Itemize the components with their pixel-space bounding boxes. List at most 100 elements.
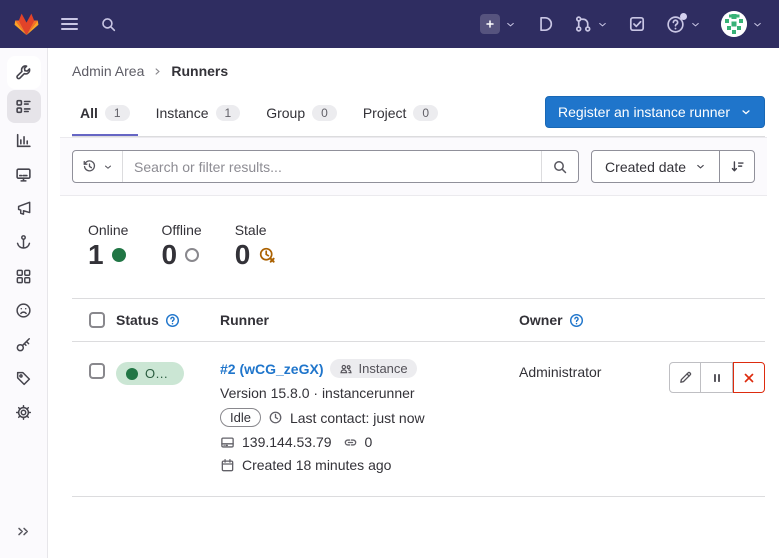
column-header-owner: Owner [519, 312, 563, 328]
chevron-down-icon [103, 162, 113, 172]
tab-all[interactable]: All 1 [72, 93, 138, 136]
sidebar-item-analytics[interactable] [7, 124, 41, 157]
clock-icon [268, 410, 283, 425]
runner-stats: Online 1 Offline 0 Stale 0 [72, 196, 765, 271]
merge-requests-button[interactable] [574, 15, 608, 33]
gear-icon [15, 404, 32, 421]
notification-dot [680, 13, 687, 20]
sort-by-dropdown[interactable]: Created date [592, 151, 719, 182]
row-checkbox[interactable] [89, 363, 105, 379]
sidebar-item-messages[interactable] [7, 192, 41, 225]
register-instance-runner-button[interactable]: Register an instance runner [545, 96, 765, 128]
pause-icon [710, 371, 724, 385]
avatar [721, 11, 747, 37]
sidebar-item-labels[interactable] [7, 362, 41, 395]
megaphone-icon [15, 200, 32, 217]
runner-last-contact: Last contact: just now [290, 410, 425, 426]
navbar-search-button[interactable] [100, 16, 117, 33]
gitlab-logo[interactable] [14, 12, 39, 36]
chevron-down-icon [752, 19, 763, 30]
search-history-dropdown[interactable] [73, 151, 123, 182]
runner-owner-link[interactable]: Administrator [519, 364, 601, 380]
stat-offline: Offline 0 [161, 222, 201, 271]
owner-help-icon[interactable] [569, 313, 584, 328]
sort-direction-button[interactable] [719, 151, 754, 182]
runner-idle-badge: Idle [220, 408, 261, 427]
double-chevron-right-icon [16, 524, 31, 539]
tab-project[interactable]: Project 0 [355, 93, 446, 136]
breadcrumb-runners: Runners [171, 63, 228, 79]
monitor-icon [15, 166, 32, 183]
tab-project-label: Project [363, 105, 407, 121]
search-input[interactable] [123, 151, 541, 182]
delete-runner-button[interactable] [733, 362, 765, 393]
stat-online-label: Online [88, 222, 128, 238]
search-submit-button[interactable] [541, 151, 578, 182]
admin-sidebar [0, 48, 48, 558]
online-dot-icon [126, 368, 138, 380]
wrench-icon [15, 64, 32, 81]
runner-link[interactable]: #2 (wCG_zeGX) [220, 361, 323, 377]
tab-group[interactable]: Group 0 [258, 93, 345, 136]
runner-version-line: Version 15.8.0 · instancerunner [220, 385, 415, 401]
anchor-icon [15, 234, 32, 251]
runner-type-badge: Instance [330, 359, 416, 378]
edit-runner-button[interactable] [669, 362, 701, 393]
stat-online: Online 1 [88, 222, 128, 271]
sidebar-item-applications[interactable] [7, 260, 41, 293]
runner-summary-cell: #2 (wCG_zeGX) Instance Version 15.8.0 · … [220, 359, 519, 473]
runner-link-count: 0 [365, 434, 373, 450]
sidebar-item-overview[interactable] [7, 90, 41, 123]
hamburger-menu-button[interactable] [61, 18, 78, 30]
runner-type-label: Instance [358, 361, 407, 376]
issues-button[interactable] [536, 15, 554, 33]
runner-actions [665, 359, 765, 393]
link-icon [343, 435, 358, 450]
tab-instance-count: 1 [216, 105, 241, 121]
main-content: Admin Area Runners All 1 Instance 1 [48, 48, 779, 558]
tab-group-label: Group [266, 105, 305, 121]
tab-all-count: 1 [105, 105, 130, 121]
offline-status-icon [185, 248, 199, 262]
help-menu-button[interactable] [666, 15, 701, 34]
runner-tabs: All 1 Instance 1 Group 0 Project 0 [72, 93, 446, 136]
sidebar-item-monitoring[interactable] [7, 158, 41, 191]
tab-instance[interactable]: Instance 1 [148, 93, 249, 136]
todos-button[interactable] [628, 15, 646, 33]
chevron-down-icon [740, 106, 752, 118]
pause-runner-button[interactable] [701, 362, 733, 393]
runners-table: Status Runner Owner [72, 298, 765, 497]
select-all-checkbox[interactable] [89, 312, 105, 328]
sidebar-item-admin-area[interactable] [7, 56, 41, 89]
labels-icon [15, 370, 32, 387]
filter-bar: Created date [60, 137, 767, 196]
runner-ip-address: 139.144.53.79 [242, 434, 332, 450]
sidebar-expand-button[interactable] [7, 515, 41, 548]
sidebar-item-settings[interactable] [7, 396, 41, 429]
todo-check-icon [628, 15, 646, 33]
sidebar-item-abuse-reports[interactable] [7, 294, 41, 327]
runner-status-badge: Online [116, 362, 184, 385]
status-help-icon[interactable] [165, 313, 180, 328]
breadcrumb-admin-area[interactable]: Admin Area [72, 63, 144, 79]
chevron-down-icon [505, 19, 516, 30]
runner-tabs-row: All 1 Instance 1 Group 0 Project 0 [72, 93, 765, 137]
new-menu-button[interactable] [480, 14, 516, 34]
register-button-label: Register an instance runner [558, 104, 730, 120]
chevron-right-icon [153, 67, 162, 76]
runner-status-text: Online [145, 366, 174, 381]
sidebar-item-ci-cd[interactable] [7, 226, 41, 259]
runner-row: Online #2 (wCG_zeGX) Instance [72, 342, 765, 497]
frown-face-icon [15, 302, 32, 319]
stale-clock-icon [258, 246, 276, 264]
stat-offline-value: 0 [161, 239, 177, 271]
chevron-down-icon [690, 19, 701, 30]
stat-stale-label: Stale [235, 222, 277, 238]
sidebar-item-deploy-keys[interactable] [7, 328, 41, 361]
tab-instance-label: Instance [156, 105, 209, 121]
user-menu-button[interactable] [721, 11, 763, 37]
column-header-runner: Runner [220, 312, 519, 328]
search-icon [552, 159, 568, 175]
chevron-down-icon [695, 161, 706, 172]
gitlab-admin-runners-page: Admin Area Runners All 1 Instance 1 [0, 0, 779, 558]
